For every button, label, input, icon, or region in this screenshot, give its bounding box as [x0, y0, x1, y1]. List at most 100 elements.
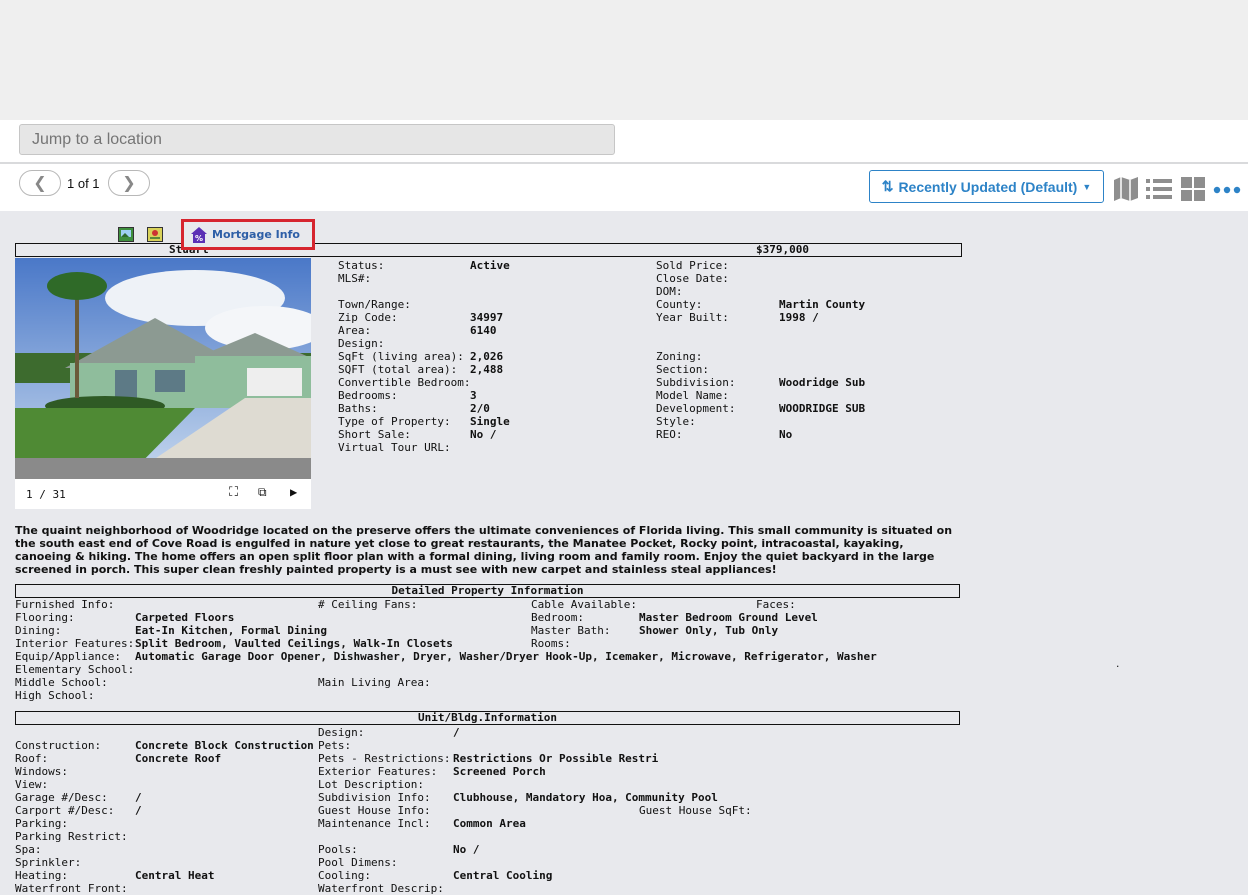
- field-label: Zip Code:: [338, 311, 398, 324]
- caret-down-icon: ▼: [1082, 181, 1092, 192]
- field-label: Subdivision Info:: [318, 791, 431, 804]
- field-label: Type of Property:: [338, 415, 451, 428]
- field-value: Carpeted Floors: [135, 611, 235, 624]
- field-label: Section:: [656, 363, 709, 376]
- field-label: Parking:: [15, 817, 68, 830]
- guest-house-sqft-label: Guest House SqFt:: [639, 804, 752, 817]
- field-label: Maintenance Incl:: [318, 817, 431, 830]
- sort-arrows-icon: ⇅: [881, 178, 894, 194]
- play-icon[interactable]: ▶: [290, 485, 297, 499]
- mortgage-house-icon: %: [191, 226, 207, 243]
- field-value: Common Area: [453, 817, 526, 830]
- more-options-icon[interactable]: [1213, 186, 1241, 194]
- listing-photo[interactable]: [15, 258, 311, 479]
- list-view-icon[interactable]: [1146, 177, 1172, 201]
- field-label: Cable Available:: [531, 598, 637, 611]
- field-label: Town/Range:: [338, 298, 411, 311]
- field-value: Martin County: [779, 298, 866, 311]
- field-label: County:: [656, 298, 703, 311]
- map-pin-icon[interactable]: [147, 227, 163, 242]
- field-value: Eat-In Kitchen, Formal Dining: [135, 624, 328, 637]
- field-label: Zoning:: [656, 350, 703, 363]
- field-value: Active: [470, 259, 510, 272]
- field-label: Pool Dimens:: [318, 856, 398, 869]
- svg-text:%: %: [195, 234, 203, 243]
- grid-view-icon[interactable]: [1181, 177, 1205, 201]
- field-label: Development:: [656, 402, 736, 415]
- field-label: Subdivision:: [656, 376, 736, 389]
- field-value: /: [135, 804, 142, 817]
- field-label: Convertible Bedroom:: [338, 376, 471, 389]
- next-page-button[interactable]: ❯: [108, 170, 150, 196]
- field-value: 3: [470, 389, 477, 402]
- field-label: Status:: [338, 259, 385, 272]
- field-label: # Ceiling Fans:: [318, 598, 418, 611]
- listing-detail: Stuart $379,000 % Mortgage Info: [0, 211, 1248, 895]
- field-value: Shower Only, Tub Only: [639, 624, 779, 637]
- field-value: /: [135, 791, 142, 804]
- field-label: Year Built:: [656, 311, 729, 324]
- field-label: Design:: [338, 337, 385, 350]
- field-label: Carport #/Desc:: [15, 804, 115, 817]
- map-view-icon[interactable]: [1113, 177, 1139, 201]
- field-label: Bedrooms:: [338, 389, 398, 402]
- field-label: Pools:: [318, 843, 358, 856]
- field-value: 6140: [470, 324, 497, 337]
- chevron-left-icon: ❮: [33, 173, 47, 192]
- field-value: 2/0: [470, 402, 490, 415]
- fullscreen-icon[interactable]: ⛶: [229, 485, 238, 500]
- mortgage-info-label: Mortgage Info: [212, 228, 300, 241]
- field-label: Heating:: [15, 869, 68, 882]
- field-label: Furnished Info:: [15, 598, 115, 611]
- field-value: Central Heat: [135, 869, 215, 882]
- field-value: /: [453, 726, 460, 739]
- field-label: Spa:: [15, 843, 42, 856]
- field-value: No /: [453, 843, 480, 856]
- field-value: Split Bedroom, Vaulted Ceilings, Walk-In…: [135, 637, 453, 650]
- pager-text: 1 of 1: [67, 176, 100, 191]
- field-value: Restrictions Or Possible Restri: [453, 752, 659, 765]
- listing-description: The quaint neighborhood of Woodridge loc…: [15, 524, 953, 576]
- field-label: REO:: [656, 428, 683, 441]
- field-value: Concrete Roof: [135, 752, 222, 765]
- field-label: Pets - Restrictions:: [318, 752, 451, 765]
- search-bar: [0, 120, 1248, 164]
- listing-header-bar: Stuart $379,000: [15, 243, 962, 257]
- results-toolbar: ❮ 1 of 1 ❯ ⇅ Recently Updated (Default) …: [0, 164, 1248, 211]
- house-photo: [15, 258, 311, 479]
- field-value: No /: [470, 428, 497, 441]
- field-label: Parking Restrict:: [15, 830, 128, 843]
- field-label: Main Living Area:: [318, 676, 431, 689]
- popout-icon[interactable]: ⧉: [258, 485, 267, 500]
- photo-icon[interactable]: [118, 227, 134, 242]
- field-label: SQFT (total area):: [338, 363, 458, 376]
- mortgage-info-button[interactable]: % Mortgage Info: [181, 219, 315, 250]
- field-value: 34997: [470, 311, 504, 324]
- prev-page-button[interactable]: ❮: [19, 170, 61, 196]
- field-label: Equip/Appliance:: [15, 650, 121, 663]
- field-label: Design:: [318, 726, 365, 739]
- field-label: Virtual Tour URL:: [338, 441, 451, 454]
- photo-counter: 1 / 31: [26, 488, 66, 501]
- field-label: Style:: [656, 415, 696, 428]
- top-band: [0, 0, 1248, 120]
- field-label: Guest House Info:: [318, 804, 431, 817]
- sort-dropdown[interactable]: ⇅ Recently Updated (Default) ▼: [869, 170, 1104, 203]
- field-value: Woodridge Sub: [779, 376, 866, 389]
- field-label: MLS#:: [338, 272, 372, 285]
- field-label: Dining:: [15, 624, 62, 637]
- sort-label: Recently Updated (Default): [898, 178, 1078, 195]
- field-label: Elementary School:: [15, 663, 135, 676]
- field-label: Sprinkler:: [15, 856, 82, 869]
- field-label: SqFt (living area):: [338, 350, 464, 363]
- field-value: 2,026: [470, 350, 504, 363]
- field-label: Short Sale:: [338, 428, 411, 441]
- location-search-input[interactable]: [19, 124, 615, 155]
- listing-price: $379,000: [756, 243, 809, 256]
- field-label: Lot Description:: [318, 778, 424, 791]
- field-label: Model Name:: [656, 389, 729, 402]
- field-label: Area:: [338, 324, 372, 337]
- field-value: Screened Porch: [453, 765, 546, 778]
- field-value: Concrete Block Construction: [135, 739, 314, 752]
- field-label: Windows:: [15, 765, 68, 778]
